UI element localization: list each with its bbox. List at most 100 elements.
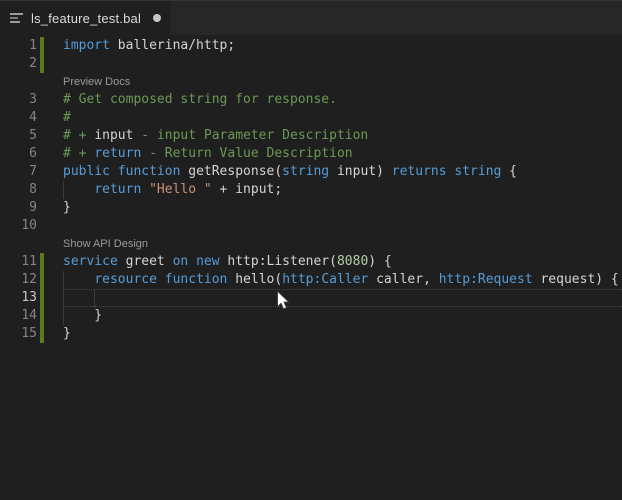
code-text[interactable]: resource function hello(http:Caller call… <box>63 271 622 289</box>
token-k: return <box>94 146 142 161</box>
codelens-area[interactable]: Preview Docs <box>63 73 622 91</box>
git-added-bar <box>40 325 44 343</box>
codelens-link[interactable]: Preview Docs <box>63 76 130 88</box>
code-line: 1 import ballerina/http; <box>0 37 622 55</box>
token-c: # <box>63 110 71 125</box>
token-k: new <box>196 254 220 269</box>
code-text[interactable]: public function getResponse(string input… <box>63 163 622 181</box>
line-number: 12 <box>21 272 37 287</box>
token-k: return <box>94 182 142 197</box>
code-text[interactable]: service greet on new http:Listener(8080)… <box>63 253 622 271</box>
indent-guide <box>94 290 96 308</box>
codelens-link[interactable]: Show API Design <box>63 238 148 250</box>
token-p <box>157 272 165 287</box>
token-p: } <box>63 326 71 341</box>
code-line: 4 # <box>0 109 622 127</box>
code-line: 5 # + input - input Parameter Description <box>0 127 622 145</box>
git-added-bar <box>40 307 44 325</box>
line-number: 14 <box>21 308 37 323</box>
token-k: resource <box>94 272 157 287</box>
line-number: 3 <box>29 92 37 107</box>
token-k: on <box>172 254 189 269</box>
tab-bar: ls_feature_test.bal <box>0 0 622 35</box>
code-line: 7 public function getResponse(string inpu… <box>0 163 622 181</box>
indent-guide <box>63 271 64 289</box>
git-added-bar <box>40 37 44 55</box>
line-number: 2 <box>29 56 37 71</box>
token-c: - input Parameter Description <box>133 128 369 143</box>
tab-title: ls_feature_test.bal <box>31 10 142 26</box>
token-c: - Return Value Description <box>141 146 353 161</box>
codelens-area[interactable]: Show API Design <box>63 235 622 253</box>
token-k: http:Request <box>438 272 533 287</box>
token-p: input <box>94 128 134 143</box>
token-p: ) { <box>368 254 392 269</box>
token-s: "Hello " <box>149 182 212 197</box>
token-p: { <box>501 164 518 179</box>
token-p: request) { <box>532 272 619 287</box>
tab-ls-feature-test[interactable]: ls_feature_test.bal <box>0 1 170 35</box>
token-n: 8080 <box>336 254 369 269</box>
token-p <box>110 164 118 179</box>
token-k: public <box>63 164 110 179</box>
code-text[interactable]: } <box>63 199 622 217</box>
line-number: 5 <box>29 128 37 143</box>
code-text[interactable]: # <box>63 109 622 127</box>
token-p: caller, <box>368 272 439 287</box>
code-line: 2 <box>0 55 622 73</box>
code-editor[interactable]: 1 import ballerina/http; 2 Preview Docs 3 # G… <box>0 35 622 500</box>
token-p: getResponse( <box>180 164 283 179</box>
line-number: 1 <box>29 38 37 53</box>
code-line: 13 <box>0 289 622 308</box>
token-k: function <box>117 164 181 179</box>
code-line: 12 resource function hello(http:Caller c… <box>0 271 622 289</box>
code-text[interactable]: # + input - input Parameter Description <box>63 127 622 145</box>
code-line: 15} <box>0 325 622 343</box>
token-k: service <box>63 254 118 269</box>
line-number: 8 <box>29 182 37 197</box>
token-k: string <box>454 164 502 179</box>
git-added-bar <box>40 271 44 289</box>
line-number: 13 <box>21 290 37 305</box>
code-line: 6 # + return - Return Value Description <box>0 145 622 163</box>
token-p: http:Listener( <box>219 254 337 269</box>
token-k: http:Caller <box>282 272 369 287</box>
git-added-bar <box>40 253 44 271</box>
indent-guide <box>63 181 64 199</box>
token-p: ballerina/http; <box>109 38 236 53</box>
token-p: greet <box>117 254 173 269</box>
token-k: function <box>164 272 228 287</box>
code-text[interactable] <box>63 55 622 73</box>
line-number: 11 <box>21 254 37 269</box>
token-p <box>63 272 94 287</box>
token-p: } <box>63 200 71 215</box>
code-text[interactable] <box>63 217 622 235</box>
token-p: } <box>63 308 103 323</box>
code-line: 10 <box>0 217 622 235</box>
git-added-bar <box>40 289 44 307</box>
modified-dot-icon[interactable] <box>153 14 162 22</box>
token-p <box>188 254 196 269</box>
line-number: 15 <box>21 326 37 341</box>
indent-guide <box>63 307 64 325</box>
token-k: string <box>282 164 330 179</box>
code-text[interactable]: } <box>63 325 622 343</box>
line-number: 9 <box>29 200 37 215</box>
indent-guide <box>63 290 64 308</box>
code-text[interactable] <box>63 289 622 308</box>
code-text[interactable]: # + return - Return Value Description <box>63 145 622 163</box>
token-p <box>63 182 94 197</box>
token-c: # + <box>63 128 95 143</box>
line-number: 7 <box>29 164 37 179</box>
code-text[interactable]: return "Hello " + input; <box>63 181 622 199</box>
token-k: import <box>63 38 110 53</box>
code-text[interactable]: import ballerina/http; <box>63 37 622 55</box>
file-list-icon <box>10 12 24 24</box>
token-k: returns <box>391 164 447 179</box>
git-added-bar <box>40 55 44 73</box>
code-line: 9} <box>0 199 622 217</box>
code-text[interactable]: # Get composed string for response. <box>63 91 622 109</box>
code-text[interactable]: } <box>63 307 622 325</box>
token-p: input) <box>329 164 392 179</box>
code-line: 11 service greet on new http:Listener(808… <box>0 253 622 271</box>
